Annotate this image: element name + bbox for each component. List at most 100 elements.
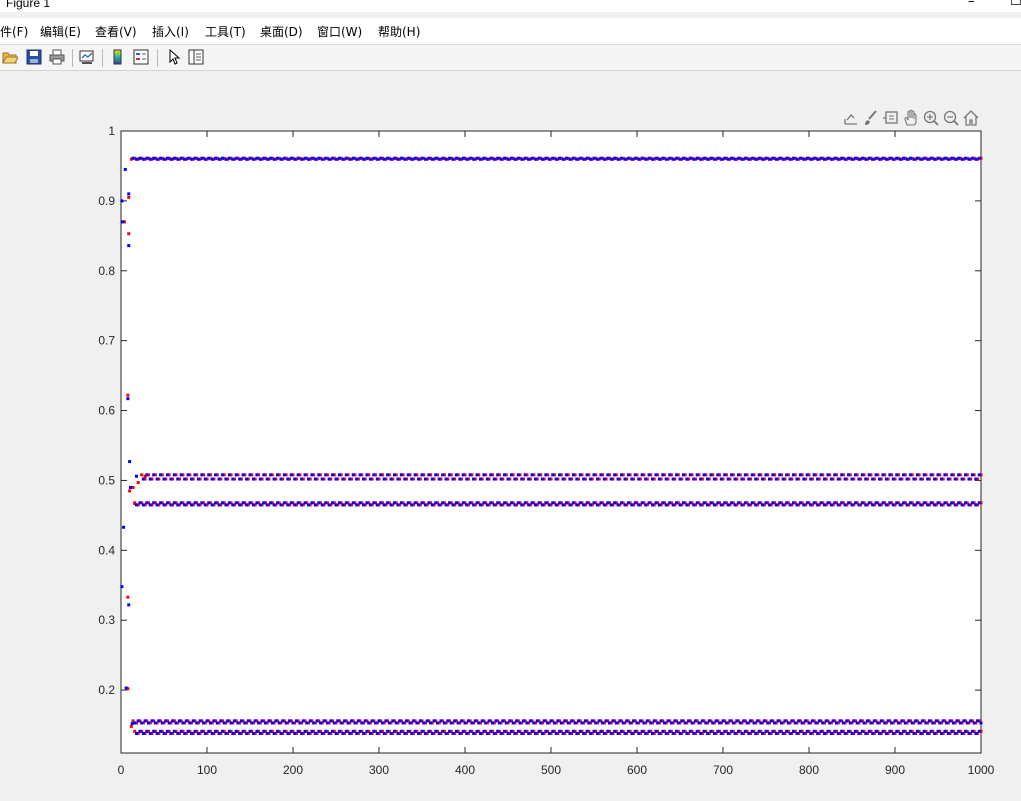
scatter-point — [912, 477, 916, 481]
scatter-point — [255, 729, 259, 733]
scatter-point — [423, 477, 427, 481]
scatter-point — [289, 729, 293, 733]
scatter-point — [712, 477, 716, 481]
scatter-point — [303, 729, 307, 733]
scatter-point — [179, 473, 183, 477]
scatter-point — [847, 501, 851, 505]
scatter-point — [898, 157, 902, 161]
scatter-point — [276, 729, 280, 733]
scatter-point — [215, 721, 219, 725]
scatter-point — [650, 503, 654, 507]
scatter-point — [217, 731, 221, 735]
scatter-point — [171, 719, 175, 723]
scatter-point — [286, 731, 290, 735]
scatter-point — [504, 721, 508, 725]
scatter-point — [238, 157, 242, 161]
scatter-point — [491, 721, 495, 725]
scatter-point — [826, 501, 830, 505]
scatter-point — [279, 477, 283, 481]
scatter-point — [358, 473, 362, 477]
scatter-point — [403, 157, 407, 161]
scatter-point — [774, 157, 778, 161]
scatter-point — [482, 501, 486, 505]
scatter-point — [836, 731, 840, 735]
scatter-point — [630, 477, 634, 481]
scatter-point — [251, 477, 255, 481]
scatter-point — [131, 156, 135, 160]
scatter-point — [220, 473, 224, 477]
scatter-point — [454, 473, 458, 477]
scatter-point — [719, 157, 723, 161]
scatter-point — [816, 477, 820, 481]
scatter-point — [537, 501, 541, 505]
scatter-point — [939, 731, 943, 735]
scatter-point — [234, 729, 238, 733]
scatter-point — [537, 729, 541, 733]
scatter-point — [300, 731, 304, 735]
y-tick-label: 0.9 — [98, 194, 115, 208]
scatter-point — [874, 729, 878, 733]
scatter-point — [231, 503, 235, 507]
scatter-point — [420, 156, 424, 160]
scatter-point — [798, 501, 802, 505]
scatter-point — [719, 731, 723, 735]
scatter-point — [399, 501, 403, 505]
scatter-point — [485, 503, 489, 507]
scatter-point — [977, 473, 981, 477]
scatter-point — [953, 477, 957, 481]
scatter-point — [568, 157, 572, 161]
scatter-point — [441, 501, 445, 505]
scatter-point — [172, 156, 176, 160]
scatter-point — [666, 719, 670, 723]
scatter-point — [427, 156, 431, 160]
scatter-point — [310, 729, 314, 733]
scatter-point — [884, 503, 888, 507]
scatter-point — [306, 731, 310, 735]
scatter-point — [740, 157, 744, 161]
scatter-point — [183, 477, 187, 481]
scatter-point — [478, 157, 482, 161]
scatter-point — [458, 477, 462, 481]
scatter-point — [888, 156, 892, 160]
scatter-point — [891, 157, 895, 161]
scatter-point — [169, 731, 173, 735]
scatter-point — [601, 721, 605, 725]
scatter-point — [327, 477, 331, 481]
scatter-point — [301, 719, 305, 723]
scatter-point — [957, 473, 961, 477]
scatter-point — [826, 156, 830, 160]
scatter-point — [575, 157, 579, 161]
scatter-point — [427, 501, 431, 505]
scatter-point — [804, 719, 808, 723]
scatter-point — [709, 729, 713, 733]
scatter-point — [451, 477, 455, 481]
scatter-point — [575, 731, 579, 735]
scatter-point — [127, 195, 131, 199]
scatter-point — [272, 731, 276, 735]
scatter-point — [284, 721, 288, 725]
scatter-point — [759, 721, 763, 725]
scatter-point — [888, 729, 892, 733]
scatter-point — [974, 503, 978, 507]
scatter-point — [878, 503, 882, 507]
scatter-point — [728, 719, 732, 723]
scatter-point — [946, 477, 950, 481]
scatter-point — [251, 731, 255, 735]
scatter-point — [626, 156, 630, 160]
scatter-point — [379, 729, 383, 733]
x-tick-label: 100 — [197, 763, 217, 777]
scatter-point — [313, 731, 317, 735]
scatter-point — [224, 503, 228, 507]
scatter-point — [613, 156, 617, 160]
scatter-point — [786, 721, 790, 725]
scatter-point — [688, 156, 692, 160]
scatter-point — [152, 501, 156, 505]
scatter-point — [386, 156, 390, 160]
scatter-point — [582, 157, 586, 161]
scatter-point — [238, 503, 242, 507]
scatter-point — [375, 503, 379, 507]
scatter-point — [293, 157, 297, 161]
scatter-point — [826, 729, 830, 733]
scatter-point — [262, 473, 266, 477]
scatter-point — [293, 731, 297, 735]
